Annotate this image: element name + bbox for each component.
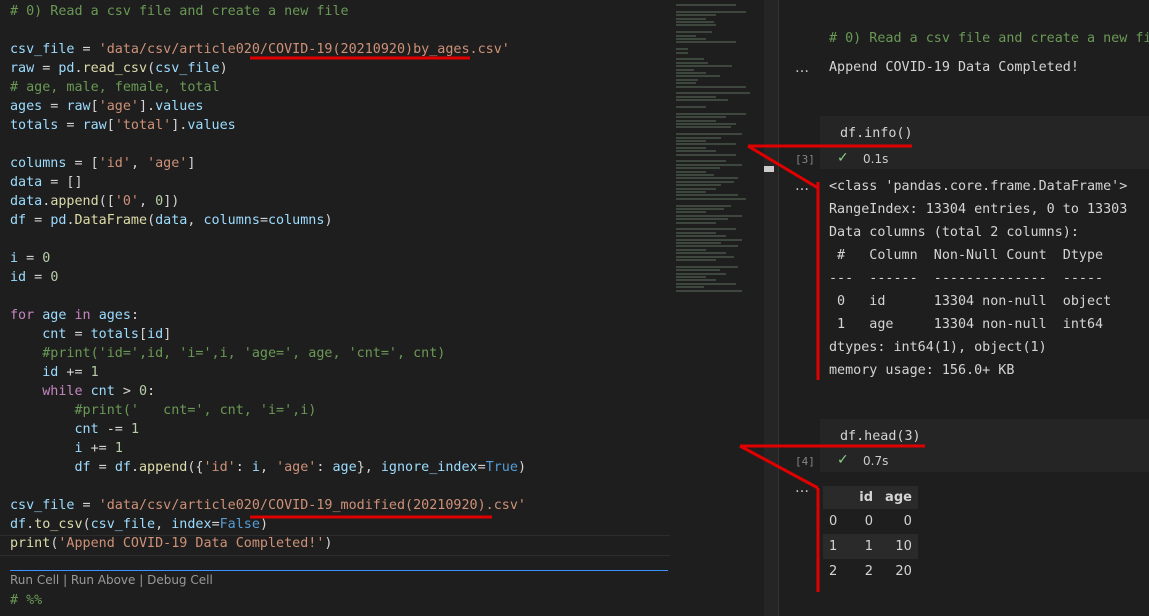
annotation-marks xyxy=(250,56,925,592)
callout-head-diag xyxy=(739,444,819,490)
callout-info-diag xyxy=(747,144,819,190)
annotation-overlay xyxy=(250,56,925,592)
